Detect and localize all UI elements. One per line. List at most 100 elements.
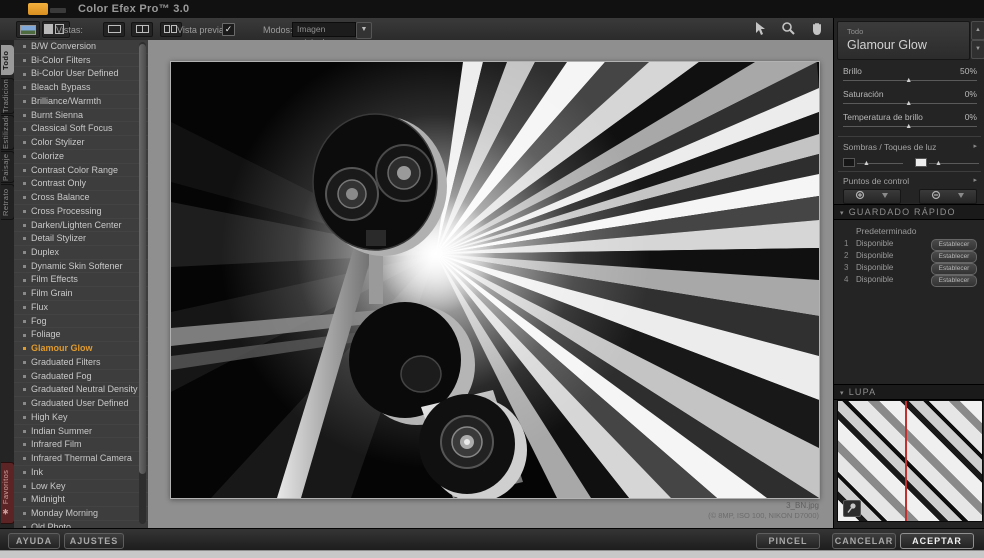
slot-set-button[interactable]: Establecer <box>931 251 977 263</box>
filter-item-monday-morning[interactable]: Monday Morning <box>14 507 148 521</box>
filter-item-contrast-color-range[interactable]: Contrast Color Range <box>14 164 148 178</box>
filter-bullet-icon <box>23 237 26 240</box>
lupa-split-line[interactable] <box>905 401 907 521</box>
filter-item-bleach-bypass[interactable]: Bleach Bypass <box>14 81 148 95</box>
filter-item-flux[interactable]: Flux <box>14 301 148 315</box>
filter-item-low-key[interactable]: Low Key <box>14 480 148 494</box>
filter-item-cross-processing[interactable]: Cross Processing <box>14 205 148 219</box>
filter-list-scrollbar-thumb[interactable] <box>139 44 146 474</box>
guardado-collapse-icon[interactable]: ▾ <box>840 210 845 217</box>
guardado-rapido-header[interactable]: ▾GUARDADO RÁPIDO <box>834 204 984 220</box>
slot-set-button[interactable]: Establecer <box>931 275 977 287</box>
highlight-slider-marker[interactable]: ▲ <box>935 160 942 167</box>
filter-item-indian-summer[interactable]: Indian Summer <box>14 425 148 439</box>
lupa-pin-button[interactable] <box>843 500 861 517</box>
filter-item-b-w-conversion[interactable]: B/W Conversion <box>14 40 148 54</box>
filter-item-color-stylizer[interactable]: Color Stylizer <box>14 136 148 150</box>
image-thumbnail-button[interactable] <box>16 21 40 38</box>
filter-bullet-icon <box>23 86 26 89</box>
lupa-preview[interactable] <box>837 400 983 522</box>
pincel-button[interactable]: PINCEL <box>756 533 820 549</box>
split-view-button[interactable] <box>131 22 153 37</box>
ayuda-button[interactable]: AYUDA <box>8 533 60 549</box>
category-tab-estilizado[interactable]: Estilizado <box>1 115 15 150</box>
filter-item-fog[interactable]: Fog <box>14 315 148 329</box>
category-tab-todo[interactable]: Todo <box>1 45 14 75</box>
filter-item-midnight[interactable]: Midnight <box>14 493 148 507</box>
slider-marker[interactable]: ▲ <box>905 100 912 107</box>
cancelar-button[interactable]: CANCELAR <box>832 533 896 549</box>
filter-item-cross-balance[interactable]: Cross Balance <box>14 191 148 205</box>
slider-track[interactable]: ▲ <box>843 103 977 104</box>
filter-item-foliage[interactable]: Foliage <box>14 328 148 342</box>
filter-item-label: Indian Summer <box>31 426 92 436</box>
filter-item-duplex[interactable]: Duplex <box>14 246 148 260</box>
filter-item-label: Film Effects <box>31 274 78 284</box>
add-positive-control-point-button[interactable] <box>843 189 901 204</box>
slider-track[interactable]: ▲ <box>843 126 977 127</box>
filter-item-high-key[interactable]: High Key <box>14 411 148 425</box>
zoom-icon[interactable] <box>778 21 798 37</box>
single-view-button[interactable] <box>103 22 125 37</box>
cursor-icon[interactable] <box>750 21 770 37</box>
category-tab-favoritos[interactable]: ✱ Favoritos <box>1 462 15 524</box>
filter-selector[interactable]: Todo Glamour Glow <box>837 21 970 60</box>
highlight-protect-slider[interactable]: ▲ <box>929 163 979 164</box>
filter-item-colorize[interactable]: Colorize <box>14 150 148 164</box>
filter-item-darken-lighten-center[interactable]: Darken/Lighten Center <box>14 219 148 233</box>
filter-item-film-grain[interactable]: Film Grain <box>14 287 148 301</box>
filter-item-ink[interactable]: Ink <box>14 466 148 480</box>
filter-item-old-photo[interactable]: Old Photo <box>14 521 148 528</box>
shadow-protect-slider[interactable]: ▲ <box>857 163 903 164</box>
lupa-header[interactable]: ▾LUPA <box>834 384 984 400</box>
filter-item-film-effects[interactable]: Film Effects <box>14 273 148 287</box>
modos-dropdown-arrow[interactable]: ▼ <box>356 22 372 39</box>
lupa-collapse-icon[interactable]: ▾ <box>840 390 845 397</box>
filter-item-detail-stylizer[interactable]: Detail Stylizer <box>14 232 148 246</box>
highlight-swatch-icon <box>915 158 927 167</box>
filter-item-infrared-film[interactable]: Infrared Film <box>14 438 148 452</box>
filter-item-glamour-glow[interactable]: Glamour Glow <box>14 342 148 356</box>
slot-set-button[interactable]: Establecer <box>931 239 977 251</box>
sombras-section-title: Sombras / Toques de luz <box>843 142 936 152</box>
sombras-mini-sliders: ▲ ▲ <box>843 156 983 168</box>
image-thumbnail-icon <box>20 25 36 35</box>
filter-item-graduated-user-defined[interactable]: Graduated User Defined <box>14 397 148 411</box>
modos-dropdown[interactable]: Imagen original <box>292 22 356 37</box>
add-negative-control-point-button[interactable] <box>919 189 977 204</box>
filter-next-button[interactable]: ▼ <box>971 40 984 59</box>
sombras-expand-icon[interactable]: ▸ <box>973 142 977 150</box>
filter-bullet-icon <box>23 114 26 117</box>
filter-prev-button[interactable]: ▲ <box>971 21 984 40</box>
separator <box>838 171 981 172</box>
filter-item-bi-color-filters[interactable]: Bi-Color Filters <box>14 54 148 68</box>
category-tab-tradicional[interactable]: Tradicional <box>1 78 15 114</box>
filter-item-dynamic-skin-softener[interactable]: Dynamic Skin Softener <box>14 260 148 274</box>
category-tab-retrato[interactable]: Retrato <box>1 184 15 220</box>
filter-bullet-icon <box>23 306 26 309</box>
filter-item-graduated-fog[interactable]: Graduated Fog <box>14 370 148 384</box>
filter-item-burnt-sienna[interactable]: Burnt Sienna <box>14 109 148 123</box>
slot-set-button[interactable]: Establecer <box>931 263 977 275</box>
main-toolbar: Vistas: Vista previa: ✓ Modos: Imagen or… <box>0 18 833 41</box>
vista-previa-checkbox[interactable]: ✓ <box>222 23 235 36</box>
filter-item-graduated-neutral-density[interactable]: Graduated Neutral Density <box>14 383 148 397</box>
slider-marker[interactable]: ▲ <box>905 77 912 84</box>
category-tab-paisaje[interactable]: Paisaje <box>1 151 15 183</box>
slider-track[interactable]: ▲ <box>843 80 977 81</box>
puntos-expand-icon[interactable]: ▸ <box>973 176 977 184</box>
filter-item-brilliance-warmth[interactable]: Brilliance/Warmth <box>14 95 148 109</box>
aceptar-button[interactable]: ACEPTAR <box>900 533 974 549</box>
preview-image[interactable] <box>170 61 820 499</box>
filter-item-infrared-thermal-camera[interactable]: Infrared Thermal Camera <box>14 452 148 466</box>
filter-bullet-icon <box>23 210 26 213</box>
hand-icon[interactable] <box>807 21 827 37</box>
filter-item-contrast-only[interactable]: Contrast Only <box>14 177 148 191</box>
filter-item-classical-soft-focus[interactable]: Classical Soft Focus <box>14 122 148 136</box>
filter-item-graduated-filters[interactable]: Graduated Filters <box>14 356 148 370</box>
ajustes-button[interactable]: AJUSTES <box>64 533 124 549</box>
slider-marker[interactable]: ▲ <box>905 123 912 130</box>
filter-item-bi-color-user-defined[interactable]: Bi-Color User Defined <box>14 67 148 81</box>
shadow-slider-marker[interactable]: ▲ <box>863 160 870 167</box>
filter-item-label: Darken/Lighten Center <box>31 220 122 230</box>
